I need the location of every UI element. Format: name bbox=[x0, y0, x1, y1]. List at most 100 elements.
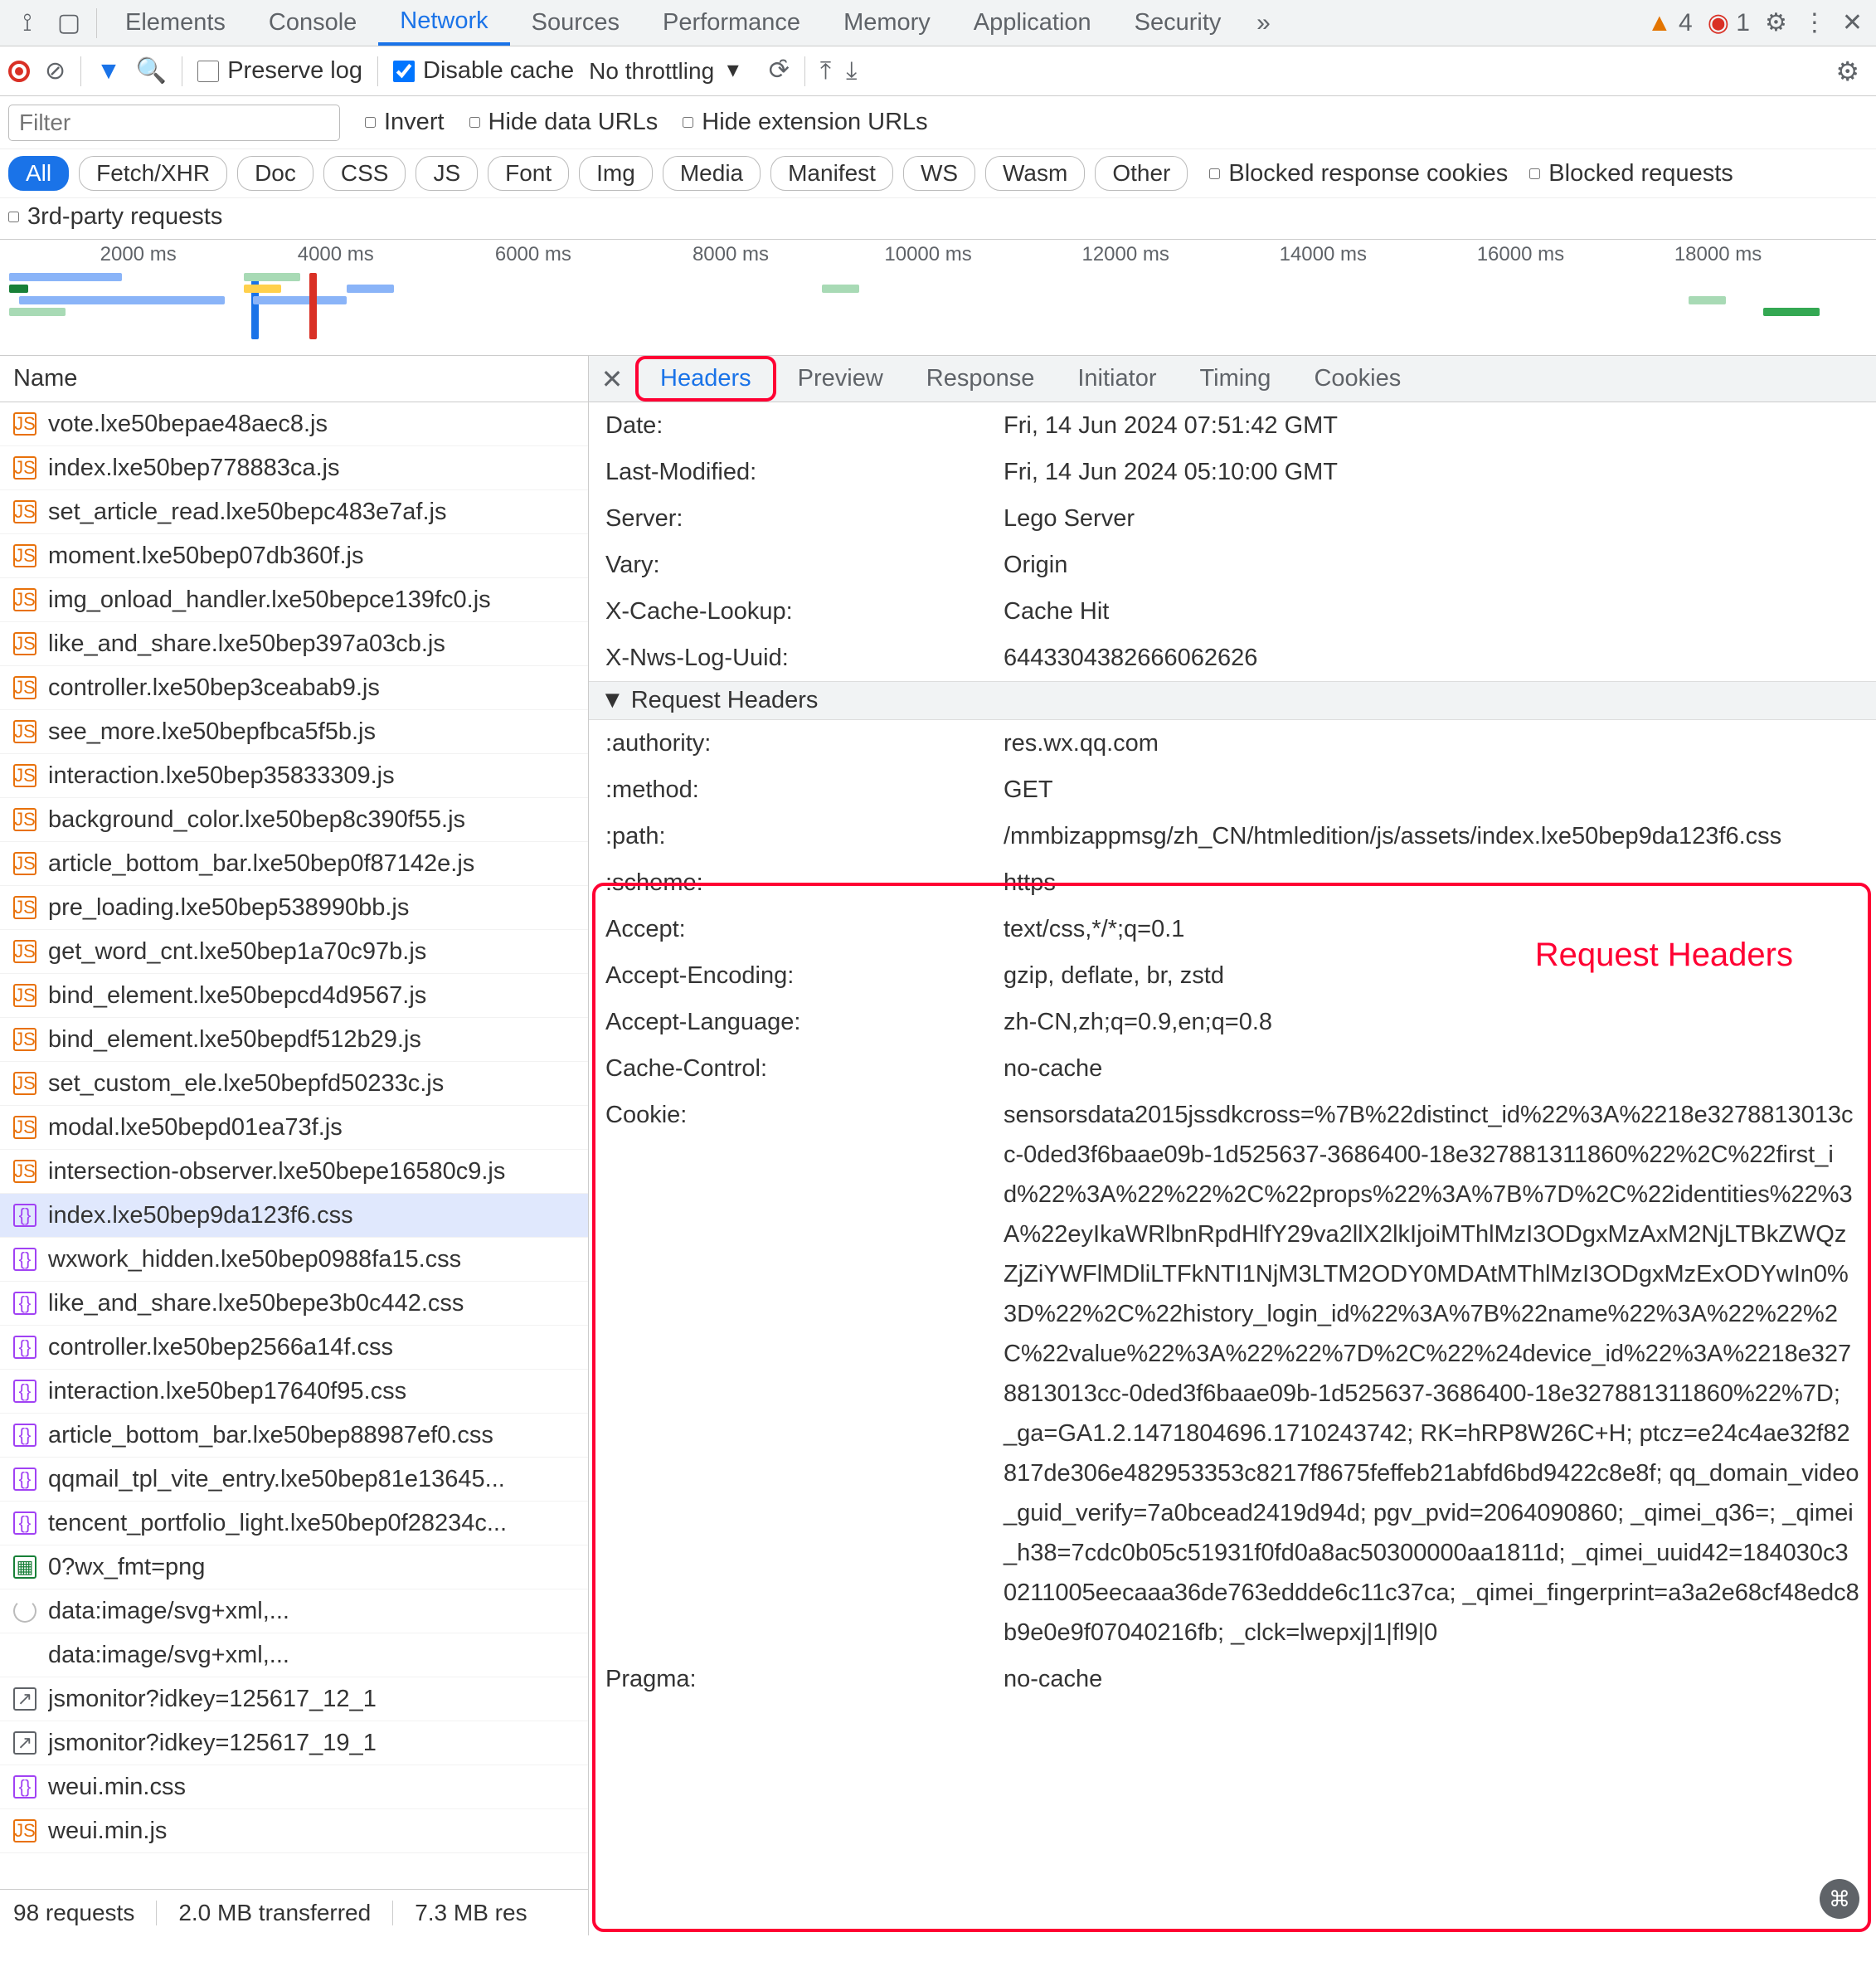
request-row[interactable]: JSweui.min.js bbox=[0, 1809, 588, 1853]
request-row[interactable]: JSmoment.lxe50bep07db360f.js bbox=[0, 534, 588, 578]
request-row[interactable]: JSintersection-observer.lxe50bepe16580c9… bbox=[0, 1150, 588, 1194]
request-row[interactable]: JSlike_and_share.lxe50bep397a03cb.js bbox=[0, 622, 588, 666]
request-row[interactable]: JSset_custom_ele.lxe50bepfd50233c.js bbox=[0, 1062, 588, 1106]
search-icon[interactable]: 🔍 bbox=[136, 56, 167, 85]
request-row[interactable]: JSpre_loading.lxe50bep538990bb.js bbox=[0, 886, 588, 930]
detail-tab-response[interactable]: Response bbox=[905, 356, 1057, 402]
close-devtools-icon[interactable]: ✕ bbox=[1842, 8, 1863, 37]
tab-memory[interactable]: Memory bbox=[822, 0, 952, 46]
close-detail-icon[interactable]: ✕ bbox=[589, 363, 635, 395]
timeline-tick: 16000 ms bbox=[1477, 243, 1564, 266]
filter-chip-font[interactable]: Font bbox=[488, 156, 569, 191]
filter-chip-doc[interactable]: Doc bbox=[237, 156, 313, 191]
request-row[interactable]: {}controller.lxe50bep2566a14f.css bbox=[0, 1326, 588, 1370]
inspect-icon[interactable]: ⟟ bbox=[7, 9, 48, 37]
warnings-badge[interactable]: ▲ 4 bbox=[1647, 9, 1693, 37]
issues-badge[interactable]: ◉ 1 bbox=[1708, 8, 1750, 37]
tab-security[interactable]: Security bbox=[1113, 0, 1243, 46]
tab-console[interactable]: Console bbox=[247, 0, 378, 46]
request-row[interactable]: JSindex.lxe50bep778883ca.js bbox=[0, 446, 588, 490]
file-type-icon: {} bbox=[13, 1468, 36, 1491]
request-row[interactable]: ▦0?wx_fmt=png bbox=[0, 1545, 588, 1589]
network-conditions-icon[interactable]: ⟳̑ bbox=[769, 56, 790, 85]
timeline-overview[interactable]: 2000 ms4000 ms6000 ms8000 ms10000 ms1200… bbox=[0, 240, 1876, 356]
kebab-menu-icon[interactable]: ⋮ bbox=[1802, 8, 1827, 37]
request-row[interactable]: {}tencent_portfolio_light.lxe50bep0f2823… bbox=[0, 1502, 588, 1545]
request-row[interactable]: {}index.lxe50bep9da123f6.css bbox=[0, 1194, 588, 1238]
detail-tab-preview[interactable]: Preview bbox=[776, 356, 905, 402]
filter-chip-ws[interactable]: WS bbox=[903, 156, 975, 191]
blocked-cookies-checkbox[interactable]: Blocked response cookies bbox=[1209, 160, 1508, 187]
tab-network[interactable]: Network bbox=[378, 0, 509, 46]
request-row[interactable]: JSset_article_read.lxe50bepc483e7af.js bbox=[0, 490, 588, 534]
disable-cache-checkbox[interactable]: Disable cache bbox=[393, 57, 574, 85]
filter-chip-fetchxhr[interactable]: Fetch/XHR bbox=[79, 156, 227, 191]
request-row[interactable]: {}interaction.lxe50bep17640f95.css bbox=[0, 1370, 588, 1414]
tab-elements[interactable]: Elements bbox=[104, 0, 247, 46]
filter-chip-wasm[interactable]: Wasm bbox=[985, 156, 1085, 191]
filter-chip-all[interactable]: All bbox=[8, 156, 69, 191]
file-type-icon: {} bbox=[13, 1248, 36, 1271]
clear-icon[interactable]: ⊘ bbox=[45, 56, 66, 85]
request-row[interactable]: JSsee_more.lxe50bepfbca5f5b.js bbox=[0, 710, 588, 754]
settings-icon[interactable]: ⚙ bbox=[1765, 8, 1787, 37]
timeline-tick: 6000 ms bbox=[495, 243, 571, 266]
filter-chip-img[interactable]: Img bbox=[579, 156, 653, 191]
floating-action-icon[interactable]: ⌘ bbox=[1820, 1879, 1859, 1919]
filter-chip-js[interactable]: JS bbox=[416, 156, 478, 191]
request-name: bind_element.lxe50bepcd4d9567.js bbox=[48, 982, 426, 1010]
third-party-checkbox[interactable]: 3rd-party requests bbox=[8, 203, 222, 231]
preserve-log-checkbox[interactable]: Preserve log bbox=[197, 57, 362, 85]
throttling-select[interactable]: No throttling ▾ bbox=[589, 57, 739, 85]
timeline-tick: 14000 ms bbox=[1280, 243, 1367, 266]
upload-har-icon[interactable]: ⤒ bbox=[820, 57, 831, 85]
blocked-requests-checkbox[interactable]: Blocked requests bbox=[1529, 160, 1733, 187]
download-har-icon[interactable]: ⤓ bbox=[846, 57, 857, 85]
filter-chip-manifest[interactable]: Manifest bbox=[770, 156, 893, 191]
divider bbox=[96, 8, 97, 38]
network-settings-icon[interactable]: ⚙ bbox=[1835, 56, 1868, 87]
request-row[interactable]: JSvote.lxe50bepae48aec8.js bbox=[0, 402, 588, 446]
request-row[interactable]: ↗jsmonitor?idkey=125617_19_1 bbox=[0, 1721, 588, 1765]
filter-chip-media[interactable]: Media bbox=[663, 156, 761, 191]
detail-tab-timing[interactable]: Timing bbox=[1178, 356, 1292, 402]
request-row[interactable]: data:image/svg+xml,... bbox=[0, 1633, 588, 1677]
request-headers-section[interactable]: ▼ Request Headers bbox=[589, 681, 1876, 720]
request-row[interactable]: JSbackground_color.lxe50bep8c390f55.js bbox=[0, 798, 588, 842]
request-row[interactable]: ↗jsmonitor?idkey=125617_12_1 bbox=[0, 1677, 588, 1721]
request-row[interactable]: data:image/svg+xml,... bbox=[0, 1589, 588, 1633]
request-row[interactable]: {}wxwork_hidden.lxe50bep0988fa15.css bbox=[0, 1238, 588, 1282]
filter-chip-other[interactable]: Other bbox=[1095, 156, 1188, 191]
request-row[interactable]: JSbind_element.lxe50bepcd4d9567.js bbox=[0, 974, 588, 1018]
file-type-icon bbox=[13, 1599, 36, 1623]
request-row[interactable]: JSmodal.lxe50bepd01ea73f.js bbox=[0, 1106, 588, 1150]
request-row[interactable]: {}article_bottom_bar.lxe50bep88987ef0.cs… bbox=[0, 1414, 588, 1458]
tab-performance[interactable]: Performance bbox=[641, 0, 822, 46]
request-row[interactable]: JSget_word_cnt.lxe50bep1a70c97b.js bbox=[0, 930, 588, 974]
tab-application[interactable]: Application bbox=[952, 0, 1113, 46]
request-row[interactable]: {}qqmail_tpl_vite_entry.lxe50bep81e13645… bbox=[0, 1458, 588, 1502]
invert-checkbox[interactable]: Invert bbox=[365, 109, 445, 136]
detail-tab-initiator[interactable]: Initiator bbox=[1056, 356, 1178, 402]
record-icon[interactable] bbox=[8, 61, 30, 82]
request-row[interactable]: {}weui.min.css bbox=[0, 1765, 588, 1809]
detail-tab-headers[interactable]: Headers bbox=[635, 356, 776, 402]
request-row[interactable]: JSbind_element.lxe50bepdf512b29.js bbox=[0, 1018, 588, 1062]
column-header-name[interactable]: Name bbox=[0, 356, 588, 402]
device-toolbar-icon[interactable]: ▢ bbox=[48, 8, 90, 37]
filter-input[interactable] bbox=[8, 105, 340, 141]
hide-extension-urls-checkbox[interactable]: Hide extension URLs bbox=[683, 109, 927, 136]
more-tabs-icon[interactable] bbox=[1242, 9, 1284, 37]
filter-icon[interactable]: ▼ bbox=[96, 57, 121, 85]
request-row[interactable]: JSinteraction.lxe50bep35833309.js bbox=[0, 754, 588, 798]
request-row[interactable]: JSimg_onload_handler.lxe50bepce139fc0.js bbox=[0, 578, 588, 622]
request-row[interactable]: JScontroller.lxe50bep3ceabab9.js bbox=[0, 666, 588, 710]
hide-data-urls-checkbox[interactable]: Hide data URLs bbox=[469, 109, 659, 136]
header-key: :scheme: bbox=[605, 863, 1004, 903]
request-row[interactable]: JSarticle_bottom_bar.lxe50bep0f87142e.js bbox=[0, 842, 588, 886]
detail-tab-cookies[interactable]: Cookies bbox=[1292, 356, 1422, 402]
file-type-icon: {} bbox=[13, 1336, 36, 1359]
filter-chip-css[interactable]: CSS bbox=[323, 156, 406, 191]
tab-sources[interactable]: Sources bbox=[510, 0, 641, 46]
request-row[interactable]: {}like_and_share.lxe50bepe3b0c442.css bbox=[0, 1282, 588, 1326]
